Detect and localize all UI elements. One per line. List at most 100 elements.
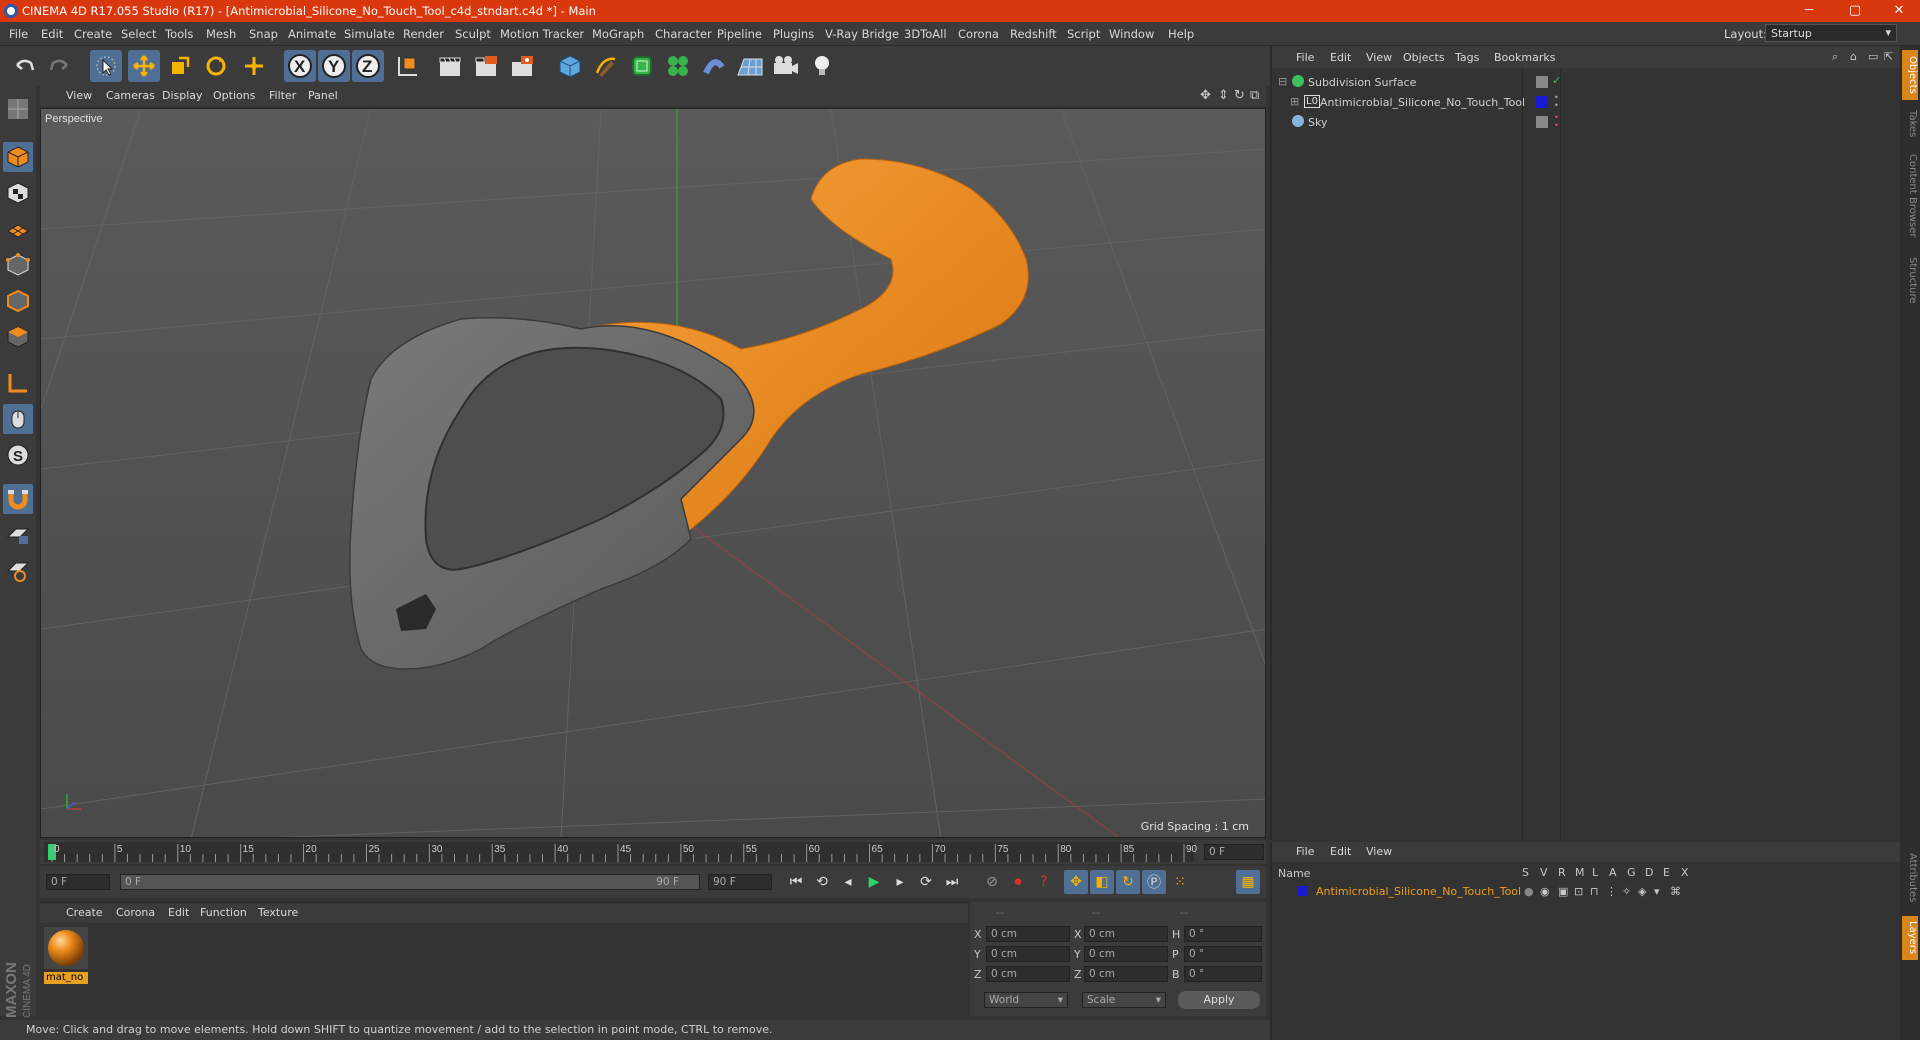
keyframe-selection-button[interactable]: ? — [1032, 870, 1056, 894]
layer-menu-file[interactable]: File — [1296, 845, 1314, 858]
menu-tools[interactable]: Tools — [165, 27, 193, 41]
minimize-button[interactable]: ─ — [1786, 0, 1832, 22]
menu-pipeline[interactable]: Pipeline — [717, 27, 762, 41]
render-view-button[interactable] — [434, 50, 466, 82]
workplane-mode-button[interactable] — [3, 212, 33, 242]
viewport-menu-options[interactable]: Options — [213, 89, 255, 102]
transform-tool-button[interactable] — [238, 50, 270, 82]
layer-row[interactable]: Antimicrobial_Silicone_No_Touch_Tool ● ◉… — [1276, 884, 1896, 900]
y-axis-button[interactable]: Y — [318, 50, 350, 82]
coord-pos-x-field[interactable]: 0 cm — [986, 926, 1070, 942]
record-active-button[interactable]: ⊘ — [980, 870, 1004, 894]
current-frame-field[interactable]: 0 F — [1204, 844, 1264, 860]
menu-render[interactable]: Render — [403, 27, 444, 41]
model-mode-button[interactable] — [3, 142, 33, 172]
viewport-maximize-icon[interactable]: ⧉ — [1250, 88, 1259, 103]
menu-motion-tracker[interactable]: Motion Tracker — [500, 27, 584, 41]
light-button[interactable] — [806, 50, 838, 82]
points-mode-button[interactable] — [3, 250, 33, 280]
object-row[interactable]: Sky • • — [1276, 114, 1892, 133]
mat-menu-texture[interactable]: Texture — [258, 906, 298, 919]
tab-structure[interactable]: Structure — [1902, 250, 1918, 310]
pen-spline-button[interactable] — [590, 50, 622, 82]
make-editable-button[interactable] — [3, 94, 33, 124]
deformer-button[interactable] — [698, 50, 730, 82]
perspective-viewport[interactable]: Perspective Grid Spacing : 1 cm — [40, 108, 1266, 838]
coord-pos-z-field[interactable]: 0 cm — [986, 966, 1070, 982]
rotate-tool-button[interactable] — [200, 50, 232, 82]
close-button[interactable]: ✕ — [1876, 0, 1920, 22]
floor-button[interactable] — [734, 50, 766, 82]
new-view-icon[interactable]: ▭ — [1868, 50, 1878, 63]
scale-tool-button[interactable] — [164, 50, 196, 82]
z-axis-button[interactable]: Z — [352, 50, 384, 82]
coord-size-y-field[interactable]: 0 cm — [1084, 946, 1168, 962]
next-frame-button[interactable]: ▸ — [888, 870, 912, 894]
coord-size-x-field[interactable]: 0 cm — [1084, 926, 1168, 942]
menu-vray-bridge[interactable]: V-Ray Bridge — [825, 27, 899, 41]
subdivision-surface-button[interactable] — [626, 50, 658, 82]
next-key-button[interactable]: ⟳ — [914, 870, 938, 894]
menu-script[interactable]: Script — [1067, 27, 1100, 41]
menu-snap[interactable]: Snap — [249, 27, 278, 41]
key-position-button[interactable]: ✥ — [1064, 870, 1088, 894]
redo-button[interactable] — [44, 50, 76, 82]
coord-rot-b-field[interactable]: 0 ° — [1184, 966, 1262, 982]
cloner-button[interactable] — [662, 50, 694, 82]
cube-object-button[interactable] — [554, 50, 586, 82]
lock-workplane-button[interactable] — [3, 520, 33, 550]
tweak-mode-button[interactable] — [3, 404, 33, 434]
menu-animate[interactable]: Animate — [288, 27, 336, 41]
previous-key-button[interactable]: ⟲ — [810, 870, 834, 894]
start-frame-field[interactable]: 0 F — [46, 874, 110, 890]
move-tool-button[interactable] — [128, 50, 160, 82]
coord-rot-p-field[interactable]: 0 ° — [1184, 946, 1262, 962]
snap-button[interactable]: S — [3, 440, 33, 470]
menu-help[interactable]: Help — [1168, 27, 1194, 41]
undo-button[interactable] — [8, 50, 40, 82]
live-selection-button[interactable] — [90, 50, 122, 82]
menu-file[interactable]: File — [9, 27, 28, 41]
mat-menu-create[interactable]: Create — [66, 906, 103, 919]
autokey-button[interactable]: ⏺ — [1006, 870, 1030, 894]
mat-menu-corona[interactable]: Corona — [116, 906, 155, 919]
key-pla-button[interactable]: ⁙ — [1168, 870, 1192, 894]
obj-menu-bookmarks[interactable]: Bookmarks — [1494, 51, 1555, 64]
key-scale-button[interactable]: ◧ — [1090, 870, 1114, 894]
planar-workplane-button[interactable] — [3, 556, 33, 586]
menu-character[interactable]: Character — [655, 27, 712, 41]
key-rotation-button[interactable]: ↻ — [1116, 870, 1140, 894]
obj-menu-file[interactable]: File — [1296, 51, 1314, 64]
play-button[interactable]: ▶ — [862, 870, 886, 894]
expand-icon[interactable]: ⇱ — [1884, 50, 1893, 63]
render-region-button[interactable] — [470, 50, 502, 82]
tab-layers[interactable]: Layers — [1902, 916, 1918, 960]
layer-menu-view[interactable]: View — [1366, 845, 1392, 858]
menu-redshift[interactable]: Redshift — [1010, 27, 1057, 41]
timeline-window-button[interactable]: ▦ — [1236, 870, 1260, 894]
coord-mode-select[interactable]: World ▾ — [984, 992, 1068, 1008]
object-row[interactable]: ⊟ Subdivision Surface ✓ — [1276, 74, 1892, 93]
polygons-mode-button[interactable] — [3, 322, 33, 352]
viewport-menu-display[interactable]: Display — [162, 89, 203, 102]
tab-content-browser[interactable]: Content Browser — [1902, 150, 1918, 242]
menu-plugins[interactable]: Plugins — [773, 27, 814, 41]
timeline-ruler[interactable]: 0 5 10 15 20 25 30 35 40 45 50 55 60 65 70 75 80 85 90 0 F — [40, 840, 1266, 864]
axis-mode-button[interactable] — [3, 368, 33, 398]
home-icon[interactable]: ⌂ — [1850, 50, 1857, 63]
viewport-zoom-icon[interactable]: ⇕ — [1218, 88, 1229, 103]
mat-menu-edit[interactable]: Edit — [168, 906, 189, 919]
key-parameter-button[interactable]: Ⓟ — [1142, 870, 1166, 894]
obj-menu-edit[interactable]: Edit — [1330, 51, 1351, 64]
menu-corona[interactable]: Corona — [958, 27, 999, 41]
coordinate-system-button[interactable] — [392, 50, 424, 82]
go-to-end-button[interactable]: ⏭ — [940, 870, 964, 894]
render-to-picture-viewer-button[interactable] — [506, 50, 538, 82]
menu-edit[interactable]: Edit — [41, 27, 63, 41]
edges-mode-button[interactable] — [3, 286, 33, 316]
maximize-button[interactable]: ▢ — [1832, 0, 1878, 22]
magnet-button[interactable] — [3, 484, 33, 514]
search-icon[interactable]: ⌕ — [1832, 50, 1838, 64]
texture-mode-button[interactable] — [3, 178, 33, 208]
menu-window[interactable]: Window — [1109, 27, 1154, 41]
